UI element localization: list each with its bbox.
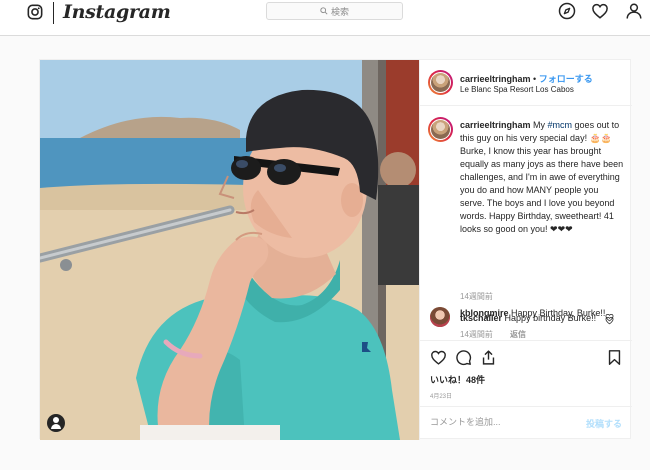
- comment-avatar[interactable]: [430, 307, 450, 327]
- instagram-wordmark[interactable]: Instagram: [63, 0, 171, 24]
- caption-time[interactable]: 14週間前: [460, 291, 493, 302]
- author-username[interactable]: carrieeltringham: [460, 74, 531, 84]
- like-heart-icon[interactable]: [430, 349, 447, 366]
- post-header-userline: carrieeltringham • フォローする: [460, 72, 593, 85]
- follow-button[interactable]: フォローする: [539, 74, 593, 84]
- nav-divider: [53, 2, 54, 24]
- caption-username[interactable]: carrieeltringham: [460, 120, 531, 130]
- comment-username[interactable]: kblongmire: [460, 308, 509, 318]
- comment-like-heart-icon[interactable]: [605, 313, 614, 322]
- comment-input[interactable]: [430, 417, 560, 427]
- compass-icon[interactable]: [558, 2, 576, 20]
- share-icon[interactable]: [480, 349, 497, 366]
- caption-pre: My: [533, 120, 548, 130]
- caption-avatar[interactable]: [428, 117, 453, 142]
- comments-section[interactable]: carrieeltringham My #mcm goes out to thi…: [420, 107, 632, 339]
- bookmark-icon[interactable]: [606, 349, 623, 366]
- post-photo-illustration: [40, 60, 419, 440]
- comment-text: Happy Birthday, Burke!!: [511, 308, 606, 318]
- search-box[interactable]: 検索: [266, 2, 403, 20]
- caption-body: goes out to this guy on his very special…: [460, 120, 624, 234]
- user-tag-icon[interactable]: [47, 414, 65, 432]
- hashtag-link[interactable]: #mcm: [548, 120, 573, 130]
- post-side-panel: carrieeltringham • フォローする Le Blanc Spa R…: [419, 60, 632, 440]
- post-photo[interactable]: [40, 60, 419, 440]
- heart-icon[interactable]: [591, 2, 609, 20]
- post-card: carrieeltringham • フォローする Le Blanc Spa R…: [39, 59, 632, 440]
- post-location[interactable]: Le Blanc Spa Resort Los Cabos: [460, 85, 574, 94]
- post-header: carrieeltringham • フォローする Le Blanc Spa R…: [420, 60, 632, 106]
- add-comment-bar: 投稿する: [420, 406, 632, 441]
- top-nav: Instagram 検索: [0, 0, 650, 36]
- reply-button[interactable]: 返信: [510, 329, 526, 339]
- search-icon: [320, 7, 328, 15]
- comment-bubble-icon[interactable]: [455, 349, 472, 366]
- separator-dot: •: [533, 74, 537, 84]
- post-actions: いいね！48件 4月23日 投稿する: [420, 340, 632, 440]
- instagram-glyph-icon[interactable]: [27, 4, 43, 20]
- post-comment-button[interactable]: 投稿する: [586, 417, 622, 430]
- author-avatar[interactable]: [428, 70, 453, 95]
- like-count[interactable]: いいね！48件: [430, 373, 485, 386]
- profile-icon[interactable]: [625, 2, 643, 20]
- search-placeholder: 検索: [330, 6, 349, 17]
- comment: kblongmire Happy Birthday, Burke!!: [460, 307, 610, 320]
- comment-time[interactable]: 14週間前: [460, 329, 493, 339]
- post-date[interactable]: 4月23日: [430, 391, 452, 400]
- post-caption: carrieeltringham My #mcm goes out to thi…: [460, 119, 625, 236]
